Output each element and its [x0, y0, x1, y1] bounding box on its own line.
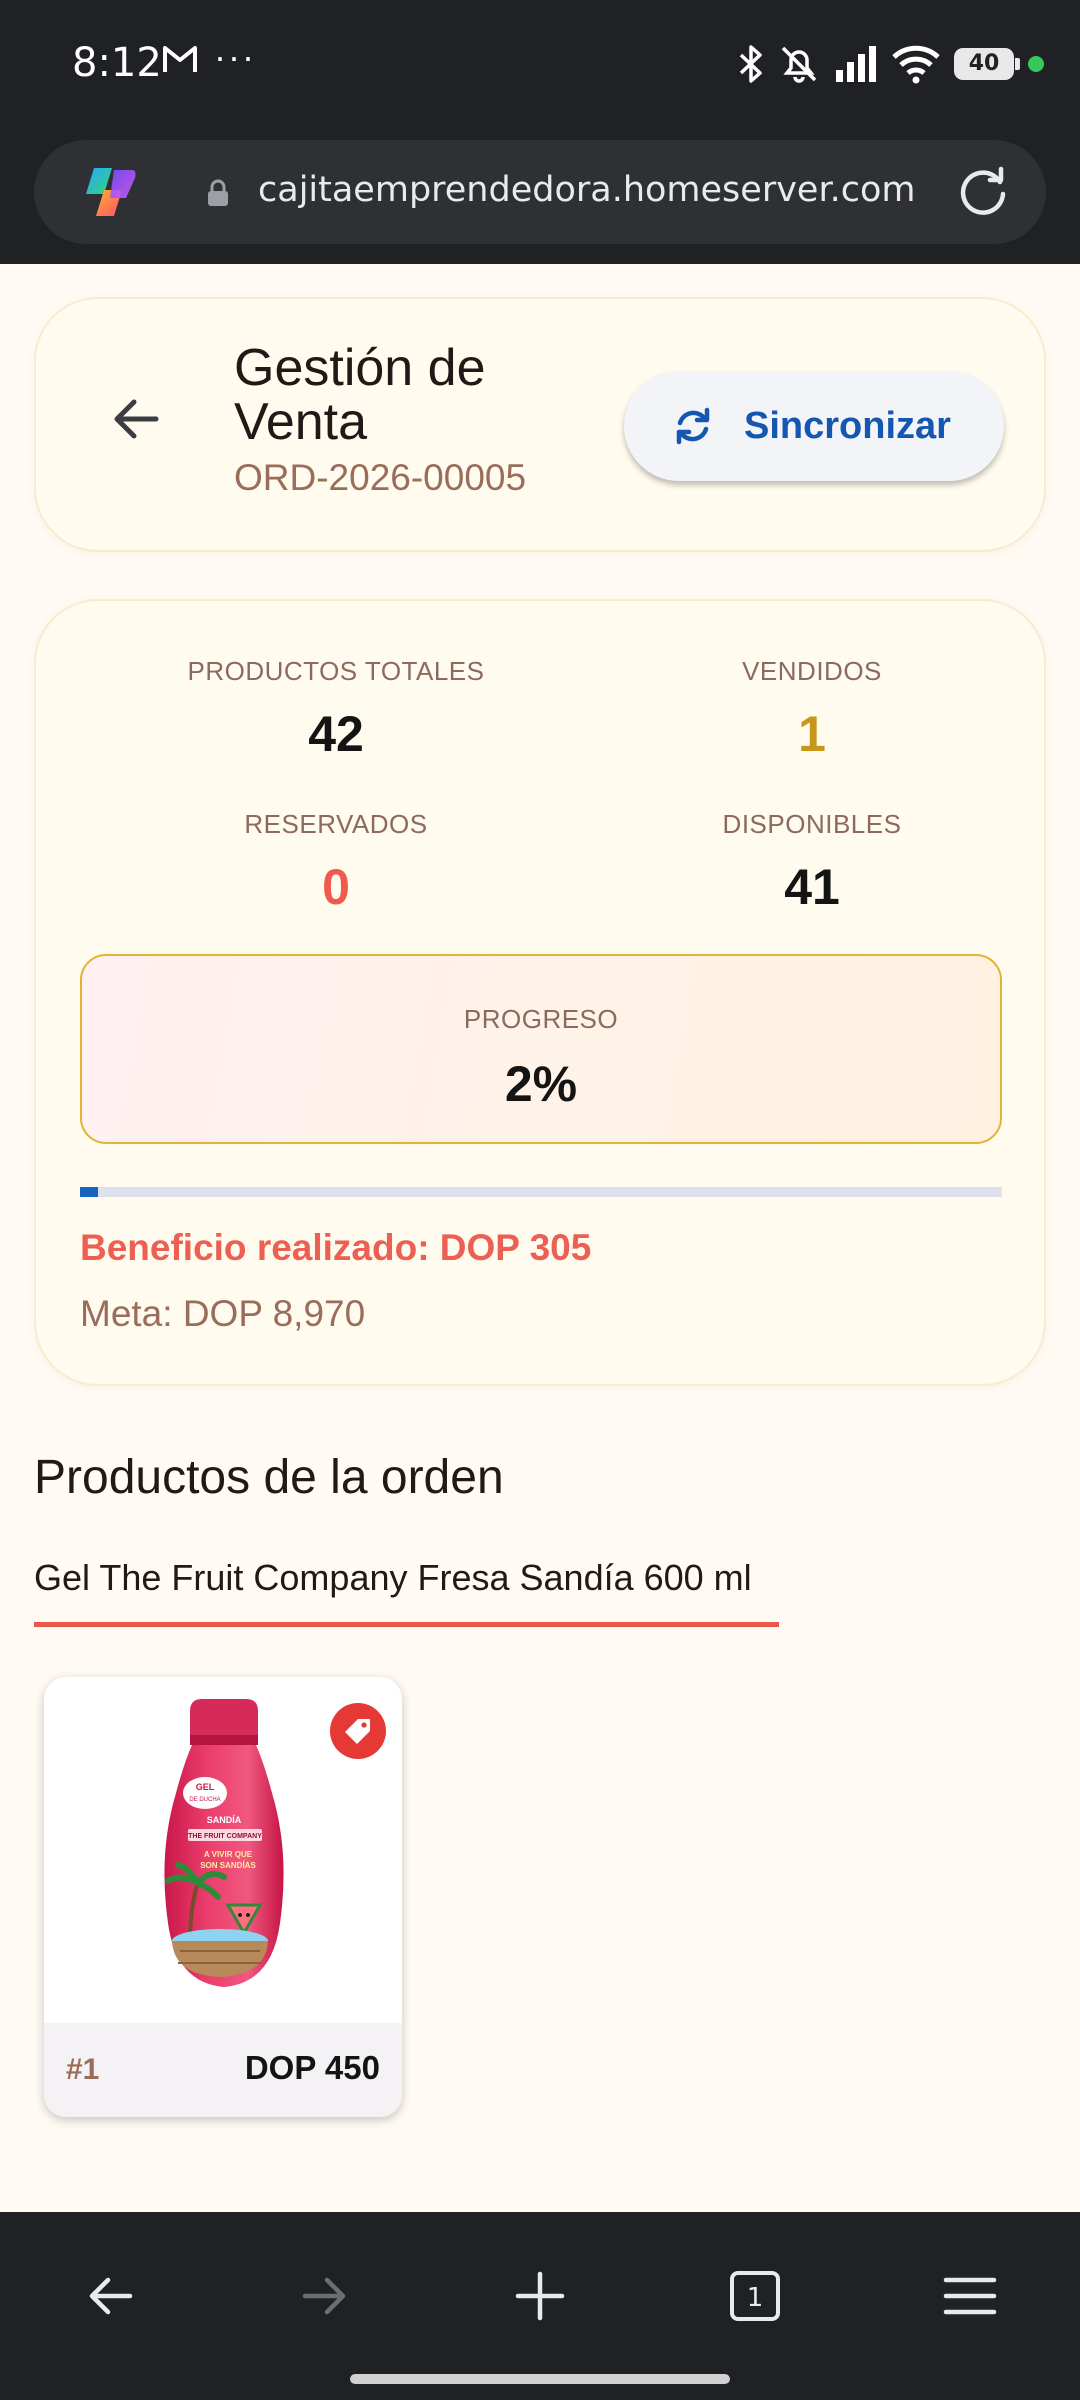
- goal-text: Meta: DOP 8,970: [80, 1293, 366, 1334]
- status-time: 8:12: [72, 40, 162, 86]
- bottle-text-ducha: DE DUCHA: [189, 1797, 220, 1803]
- progress-bar: [80, 1187, 1002, 1197]
- battery-level: 40: [968, 51, 1000, 76]
- browser-bottom-nav: 1: [0, 2212, 1080, 2400]
- plus-icon: [515, 2271, 565, 2321]
- stat-available: DISPONIBLES 41: [612, 809, 1012, 916]
- tab-product-label: Gel The Fruit Company Fresa Sandía 600 m…: [34, 1557, 752, 1598]
- back-arrow-icon[interactable]: [108, 391, 164, 447]
- battery-icon: 40: [954, 48, 1020, 80]
- profit-text: Beneficio realizado: DOP 305: [80, 1227, 592, 1268]
- bottle-text-brand: THE FRUIT COMPANY: [188, 1833, 262, 1840]
- tag-badge: [330, 1703, 386, 1759]
- stat-reserved-value: 0: [322, 859, 350, 915]
- sync-icon: [676, 407, 710, 445]
- tab-product-filter[interactable]: Gel The Fruit Company Fresa Sandía 600 m…: [34, 1555, 779, 1627]
- address-bar[interactable]: cajitaemprendedora.homeserver.com: [34, 140, 1046, 244]
- gmail-icon: [163, 46, 197, 72]
- stat-total-label: PRODUCTOS TOTALES: [187, 656, 485, 686]
- product-price: DOP 450: [244, 2049, 380, 2086]
- product-card-footer: #1 DOP 450: [44, 2023, 402, 2117]
- lock-icon: [208, 179, 228, 206]
- nav-back-button[interactable]: [70, 2256, 150, 2336]
- browser-toolbar: cajitaemprendedora.homeserver.com: [0, 130, 1080, 264]
- progress-value: 2%: [504, 1056, 578, 1112]
- products-section-title: Productos de la orden: [34, 1451, 504, 1504]
- stat-sold: VENDIDOS 1: [612, 656, 1012, 763]
- stats-card: PRODUCTOS TOTALES 42 VENDIDOS 1 RESERVAD…: [34, 599, 1046, 1386]
- url-text[interactable]: cajitaemprendedora.homeserver.com: [258, 170, 916, 210]
- product-card[interactable]: GEL DE DUCHA SANDÍA THE FRUIT COMPANY A …: [44, 1677, 402, 2117]
- nav-menu-button[interactable]: [930, 2256, 1010, 2336]
- bottle-text-slogan2: SON SANDÍAS: [200, 1861, 256, 1870]
- stat-total-products: PRODUCTOS TOTALES 42: [136, 656, 536, 763]
- tab-count: 1: [747, 2283, 764, 2313]
- page-title: Gestión de Venta: [234, 339, 486, 451]
- tabs-icon: 1: [730, 2271, 780, 2321]
- privacy-indicator-dot: [1028, 56, 1044, 72]
- status-bar: 8:12 ··· 40: [0, 0, 1080, 130]
- stat-available-value: 41: [784, 859, 840, 915]
- bottle-text-sandia: SANDÍA: [207, 1815, 242, 1825]
- gesture-bar[interactable]: [350, 2374, 730, 2384]
- tag-icon: [345, 1719, 370, 1744]
- nav-forward-icon: [302, 2277, 346, 2315]
- stat-sold-value: 1: [798, 706, 826, 762]
- wifi-icon: [892, 45, 940, 84]
- nav-back-icon: [89, 2277, 133, 2315]
- product-number: #1: [66, 2053, 100, 2086]
- signal-icon: [836, 46, 876, 82]
- product-image: GEL DE DUCHA SANDÍA THE FRUIT COMPANY A …: [50, 1683, 396, 2003]
- header-card: Gestión de Venta ORD-2026-00005 Sincroni…: [34, 297, 1046, 552]
- progress-label: PROGRESO: [463, 1004, 619, 1034]
- copilot-icon[interactable]: [78, 164, 138, 220]
- bottle-text-gel: GEL: [196, 1782, 215, 1792]
- stat-available-label: DISPONIBLES: [722, 809, 902, 839]
- stat-reserved-label: RESERVADOS: [244, 809, 428, 839]
- progress-bar-fill: [80, 1187, 99, 1197]
- order-code: ORD-2026-00005: [234, 457, 527, 498]
- reload-icon[interactable]: [956, 164, 1012, 220]
- nav-new-tab-button[interactable]: [500, 2256, 580, 2336]
- status-icons: 40: [738, 40, 1044, 88]
- sync-button-label: Sincronizar: [744, 404, 951, 447]
- stat-sold-label: VENDIDOS: [742, 656, 882, 686]
- menu-icon: [943, 2277, 997, 2315]
- status-more-icon: ···: [214, 36, 256, 77]
- stat-total-value: 42: [308, 706, 364, 762]
- bell-off-icon: [781, 46, 817, 83]
- nav-tabs-button[interactable]: 1: [715, 2256, 795, 2336]
- nav-forward-button[interactable]: [285, 2256, 365, 2336]
- sync-button[interactable]: Sincronizar: [624, 371, 1004, 481]
- bottle-text-slogan1: A VIVIR QUE: [204, 1850, 253, 1859]
- bluetooth-icon: [739, 45, 762, 83]
- stat-reserved: RESERVADOS 0: [136, 809, 536, 916]
- progress-box: PROGRESO 2%: [80, 954, 1002, 1144]
